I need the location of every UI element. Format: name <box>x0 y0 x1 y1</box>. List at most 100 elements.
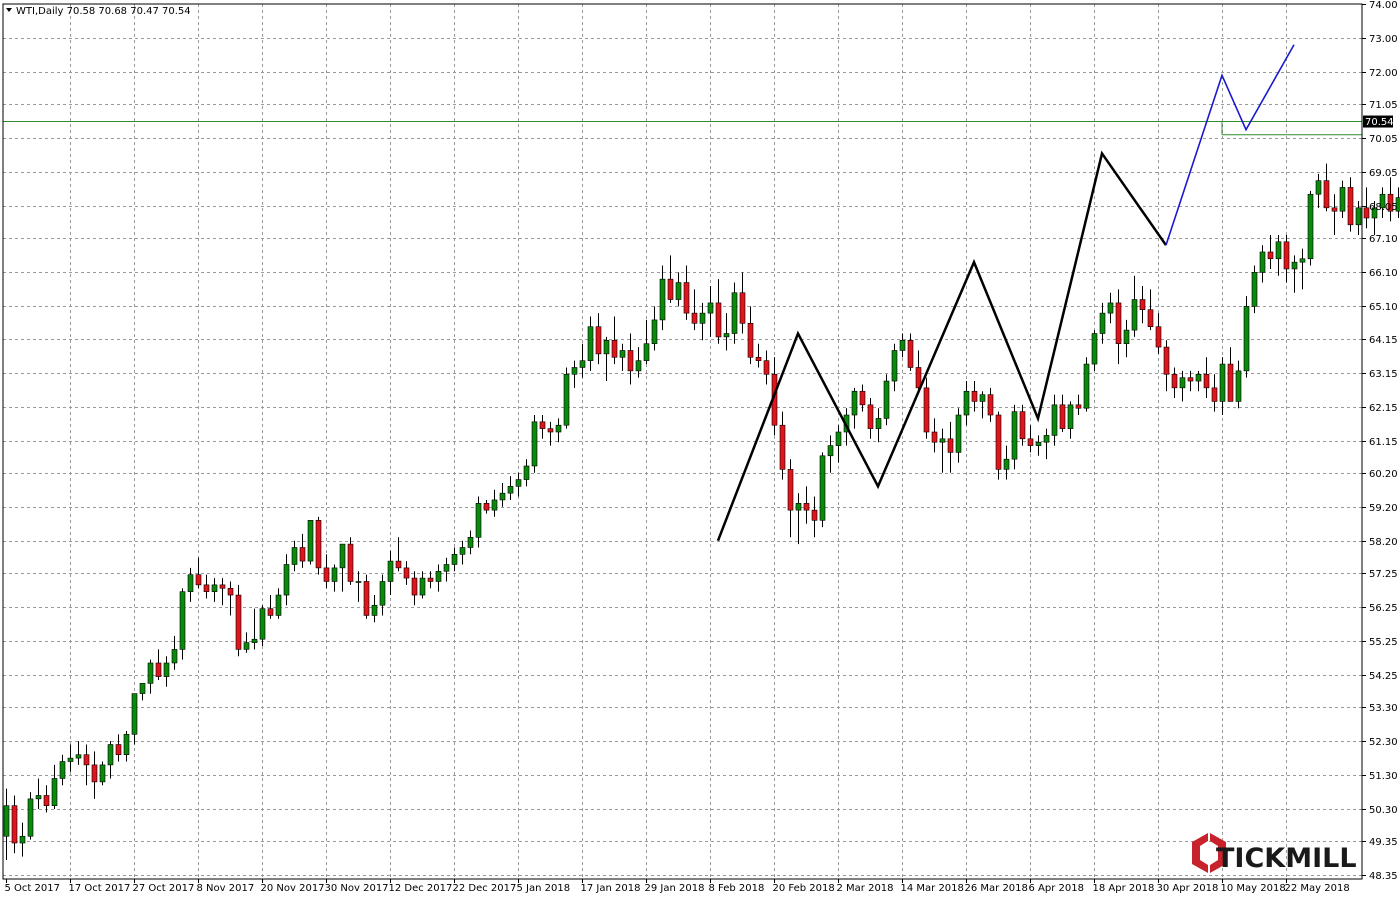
candle-body-bull <box>491 499 498 511</box>
candle <box>883 374 890 426</box>
candle-body-bull <box>1131 299 1138 331</box>
candle-body-bull <box>1315 180 1322 195</box>
y-tick-label: 51.30 <box>1369 771 1398 782</box>
y-tick-label: 73.00 <box>1369 34 1398 45</box>
candle-body-bear <box>411 577 418 596</box>
y-tick-label: 54.25 <box>1369 671 1398 682</box>
candle-body-bull <box>179 591 186 650</box>
candle-body-bull <box>259 608 266 640</box>
candle-body-bull <box>1235 370 1242 402</box>
candle-body-bull <box>1251 272 1258 307</box>
x-tick-label: 30 Apr 2018 <box>1157 883 1219 894</box>
x-tick-label: 8 Feb 2018 <box>709 883 765 894</box>
candle-body-bear <box>987 394 994 416</box>
candle-body-bull <box>651 319 658 344</box>
candle-body-bull <box>835 431 842 446</box>
candle-body-bull <box>1355 207 1362 226</box>
y-tick-label: 49.35 <box>1369 837 1398 848</box>
y-tick-label: 57.25 <box>1369 569 1398 580</box>
candle-body-bull <box>171 649 178 664</box>
candle-body-bull <box>875 418 882 429</box>
candle-body-bull <box>1299 258 1306 263</box>
candle-body-bull <box>467 537 474 548</box>
y-tick-label: 58.20 <box>1369 537 1398 548</box>
candle-body-bull <box>1091 333 1098 365</box>
candle-body-bull <box>1043 435 1050 443</box>
candle-body-bear <box>203 584 210 592</box>
candle-body-bull <box>187 574 194 592</box>
candle-body-bear <box>155 662 162 677</box>
candle-body-bull <box>75 754 82 759</box>
candle-body-bear <box>1059 404 1066 429</box>
candle-body-bull <box>619 350 626 358</box>
logo-wordmark: TICKMILL <box>1216 843 1357 874</box>
y-tick-label: 72.00 <box>1369 68 1398 79</box>
candle-body-bull <box>523 465 530 480</box>
y-tick-label: 71.05 <box>1369 100 1398 111</box>
candle <box>995 411 1002 480</box>
price-chart: 74.00 73.00 72.00 71.05 70.05 69.05 68.05 67.10… <box>0 0 1400 900</box>
x-tick-label: 27 Oct 2017 <box>133 883 195 894</box>
y-tick-label: 65.10 <box>1369 302 1398 313</box>
candle-body-bull <box>19 835 26 844</box>
candle-body-bull <box>795 503 802 511</box>
x-tick-label: 17 Oct 2017 <box>69 883 131 894</box>
candle-body-bull <box>1179 377 1186 389</box>
candle-body-bear <box>1155 326 1162 348</box>
candle-body-bull <box>355 581 362 583</box>
candle-body-bear <box>627 350 634 372</box>
candle-body-bear <box>1115 302 1122 344</box>
candle-body-bear <box>867 404 874 429</box>
y-tick-label: 64.15 <box>1369 335 1398 346</box>
candle <box>819 452 826 528</box>
candle-body-bull <box>1195 373 1202 382</box>
candle-body-bear <box>235 594 242 650</box>
candle-body-bear <box>1323 180 1330 209</box>
candle-body-bear <box>995 414 1002 470</box>
candle-body-bull <box>451 553 458 565</box>
candle <box>531 415 538 473</box>
candle-body-bull <box>1003 458 1010 470</box>
x-tick-label: 30 Nov 2017 <box>325 883 389 894</box>
y-tick-label: 61.15 <box>1369 437 1398 448</box>
candle <box>1083 357 1090 412</box>
candle-body-bull <box>515 479 522 487</box>
candle <box>1243 296 1250 378</box>
candle-body-bear <box>403 567 410 579</box>
candle <box>563 367 570 429</box>
candle-body-bull <box>1219 363 1226 402</box>
candle-body-bull <box>883 380 890 419</box>
candle <box>315 516 322 575</box>
candle-body-bear <box>347 543 354 582</box>
candle-body-bull <box>507 486 514 494</box>
x-tick-label: 10 May 2018 <box>1221 883 1286 894</box>
candle-body-bear <box>219 584 226 589</box>
candle-body-bear <box>363 581 370 616</box>
candle-body-bull <box>643 343 650 361</box>
candle-body-bear <box>83 754 90 766</box>
candle-body-bear <box>43 795 50 806</box>
candle <box>307 520 314 565</box>
candle-body-bear <box>907 339 914 368</box>
y-tick-label: 63.15 <box>1369 369 1398 380</box>
y-tick-label: 52.30 <box>1369 737 1398 748</box>
x-tick-label: 18 Apr 2018 <box>1093 883 1155 894</box>
x-tick-label: 5 Oct 2017 <box>5 883 60 894</box>
candle-body-bear <box>1187 377 1194 382</box>
y-tick-label: 59.20 <box>1369 503 1398 514</box>
candle-body-bear <box>11 805 18 844</box>
y-tick-label: 60.20 <box>1369 469 1398 480</box>
candle-body-bear <box>611 339 618 358</box>
symbol-ohlc-header: WTI,Daily 70.58 70.68 70.47 70.54 <box>16 6 191 17</box>
candle-body-bear <box>763 360 770 375</box>
candle-body-bear <box>1139 299 1146 311</box>
candle-body-bear <box>683 282 690 314</box>
candle <box>27 792 34 840</box>
candle-body-bull <box>1275 241 1282 260</box>
candle-body-bull <box>1035 441 1042 446</box>
candle-body-bull <box>1307 193 1314 260</box>
candle-body-bull <box>1243 306 1250 372</box>
candle <box>1251 265 1258 314</box>
candle <box>363 574 370 619</box>
current-price-label: 70.54 <box>1365 117 1394 128</box>
